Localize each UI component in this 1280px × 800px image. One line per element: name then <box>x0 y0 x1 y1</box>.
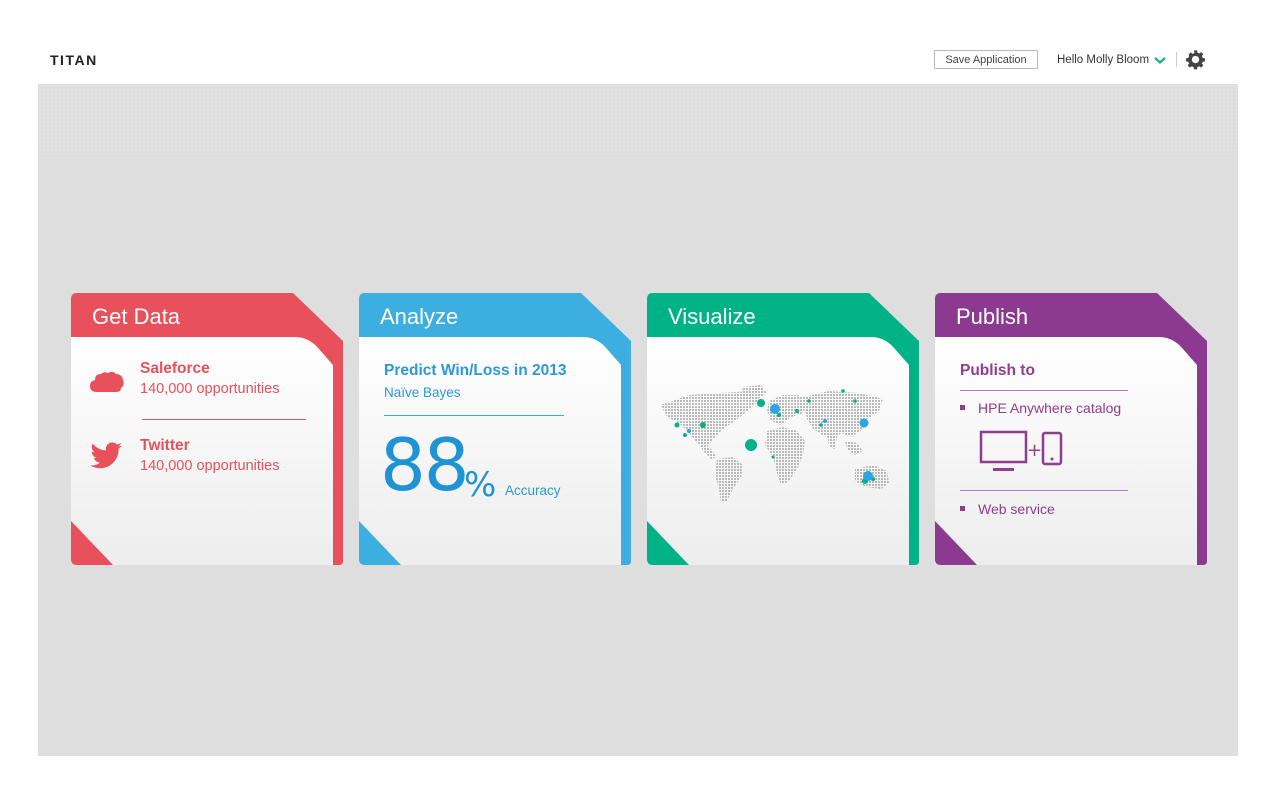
card-analyze[interactable]: Analyze Predict Win/Loss in 2013 Naïve B… <box>359 293 631 565</box>
source-salesforce[interactable]: Saleforce 140,000 opportunities <box>71 360 333 410</box>
algorithm-name: Naïve Bayes <box>384 385 461 400</box>
publish-target-label: Web service <box>978 501 1055 517</box>
card-publish-body: Publish to HPE Anywhere catalog + Web se… <box>935 337 1197 565</box>
model-title: Predict Win/Loss in 2013 <box>384 362 567 379</box>
salesforce-cloud-icon <box>90 371 124 392</box>
card-visualize-body <box>647 337 909 565</box>
chevron-down-icon <box>1154 57 1166 64</box>
analyze-divider <box>384 415 564 416</box>
canvas-dot-pattern <box>38 84 1238 254</box>
desktop-plus-tablet-icon: + <box>979 430 1063 471</box>
user-greeting: Hello Molly Bloom <box>1057 54 1150 66</box>
card-analyze-body: Predict Win/Loss in 2013 Naïve Bayes 88 … <box>359 337 621 565</box>
app-title: TITAN <box>50 52 98 68</box>
publish-divider-top <box>960 390 1128 391</box>
accuracy-label: Accuracy <box>505 483 561 498</box>
save-application-button[interactable]: Save Application <box>934 50 1038 69</box>
card-get-data[interactable]: Get Data Saleforce 140,000 opportunities… <box>71 293 343 565</box>
user-menu[interactable]: Hello Molly Bloom <box>1057 52 1167 68</box>
card-visualize[interactable]: Visualize <box>647 293 919 565</box>
publish-target-label: HPE Anywhere catalog <box>978 400 1122 416</box>
publish-target-web-service[interactable]: Web service <box>960 501 1055 517</box>
card-get-data-title: Get Data <box>92 304 181 329</box>
accuracy-value: 88 <box>380 423 470 507</box>
header-divider <box>1176 52 1177 67</box>
publish-heading: Publish to <box>960 362 1035 379</box>
publish-target-hpe-anywhere[interactable]: HPE Anywhere catalog <box>960 400 1121 416</box>
source-name: Twitter <box>140 437 190 454</box>
sources-divider <box>142 419 306 420</box>
bullet-icon <box>960 505 965 511</box>
card-get-data-body: Saleforce 140,000 opportunities Twitter … <box>71 337 333 565</box>
card-publish[interactable]: Publish Publish to HPE Anywhere catalog … <box>935 293 1207 565</box>
world-map-icon <box>661 385 889 503</box>
source-twitter[interactable]: Twitter 140,000 opportunities <box>71 437 333 487</box>
twitter-bird-icon <box>90 442 122 469</box>
gear-icon[interactable] <box>1185 49 1206 70</box>
card-analyze-title: Analyze <box>380 304 459 329</box>
plus-sign: + <box>1027 440 1042 461</box>
source-subtitle: 140,000 opportunities <box>140 381 280 397</box>
source-subtitle: 140,000 opportunities <box>140 458 280 474</box>
publish-divider-bottom <box>960 490 1128 491</box>
accuracy-unit: % <box>464 465 497 505</box>
card-publish-title: Publish <box>956 304 1029 329</box>
card-visualize-title: Visualize <box>668 304 756 329</box>
bullet-icon <box>960 404 965 410</box>
source-name: Saleforce <box>140 360 210 377</box>
